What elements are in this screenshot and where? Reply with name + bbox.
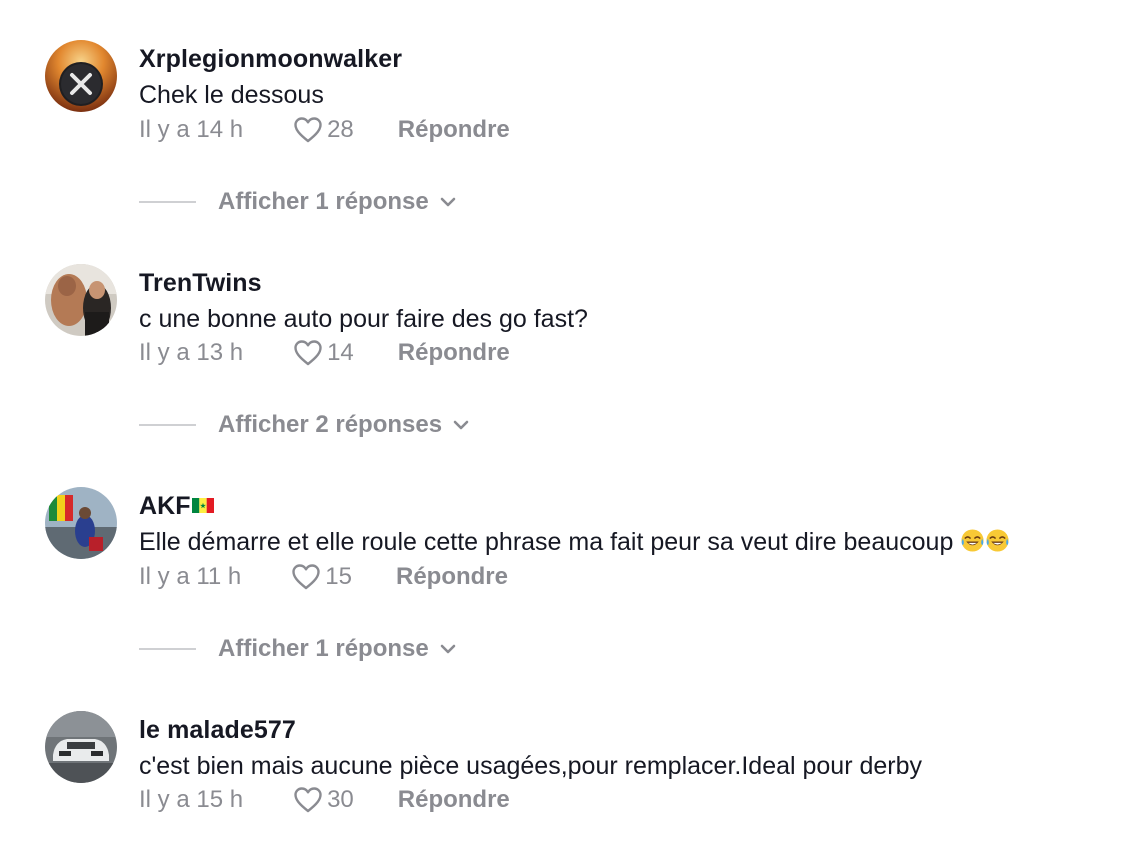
heart-icon <box>294 340 322 366</box>
divider-line <box>139 424 196 426</box>
chevron-down-icon <box>452 419 470 431</box>
reply-button[interactable]: Répondre <box>398 116 510 144</box>
view-replies-label: Afficher 2 réponses <box>218 411 443 438</box>
view-replies-button[interactable]: Afficher 2 réponses <box>139 409 470 441</box>
tears-of-joy-icon <box>961 529 984 552</box>
view-replies-label: Afficher 1 réponse <box>218 188 429 215</box>
comment-meta: Il y a 13 h 14 Répondre <box>139 337 510 369</box>
heart-icon <box>292 564 320 590</box>
comment-meta: Il y a 14 h 28 Répondre <box>139 114 510 146</box>
senegal-flag-icon <box>191 498 214 513</box>
avatar[interactable] <box>45 264 117 336</box>
timestamp: Il y a 14 h <box>139 116 244 143</box>
chevron-down-icon <box>439 196 457 208</box>
username[interactable]: le malade577 <box>139 716 296 745</box>
chevron-down-icon <box>439 643 457 655</box>
username[interactable]: TrenTwins <box>139 269 262 298</box>
reply-button[interactable]: Répondre <box>398 786 510 814</box>
view-replies-button[interactable]: Afficher 1 réponse <box>139 186 457 218</box>
view-replies-button[interactable]: Afficher 1 réponse <box>139 633 457 665</box>
username[interactable]: Xrplegionmoonwalker <box>139 45 402 74</box>
like-button[interactable]: 28 <box>293 116 354 144</box>
timestamp: Il y a 15 h <box>139 786 244 813</box>
like-count: 15 <box>325 563 352 590</box>
username[interactable]: AKF <box>139 492 214 521</box>
comment-text: c'est bien mais aucune pièce usagées,pou… <box>139 752 923 780</box>
tears-of-joy-icon <box>986 529 1009 552</box>
like-count: 30 <box>327 786 354 813</box>
divider-line <box>139 648 196 650</box>
reply-button[interactable]: Répondre <box>398 339 510 367</box>
comment-text: Elle démarre et elle roule cette phrase … <box>139 528 954 556</box>
like-count: 28 <box>327 116 354 143</box>
timestamp: Il y a 13 h <box>139 339 244 366</box>
timestamp: Il y a 11 h <box>139 563 242 590</box>
avatar[interactable] <box>45 711 117 783</box>
like-count: 14 <box>327 339 354 366</box>
comment-meta: Il y a 11 h 15 Répondre <box>139 561 508 593</box>
username-label: AKF <box>139 492 191 520</box>
comment-text: c une bonne auto pour faire des go fast? <box>139 305 588 333</box>
comment-text: Chek le dessous <box>139 81 324 109</box>
avatar[interactable] <box>45 487 117 559</box>
comment-text-row: Elle démarre et elle roule cette phrase … <box>139 528 1010 557</box>
divider-line <box>139 201 196 203</box>
view-replies-label: Afficher 1 réponse <box>218 635 429 662</box>
reply-button[interactable]: Répondre <box>396 563 508 591</box>
like-button[interactable]: 30 <box>293 786 354 814</box>
like-button[interactable]: 14 <box>293 339 354 367</box>
avatar[interactable] <box>45 40 117 112</box>
heart-icon <box>294 787 322 813</box>
heart-icon <box>294 117 322 143</box>
like-button[interactable]: 15 <box>291 563 352 591</box>
comment-meta: Il y a 15 h 30 Répondre <box>139 784 510 816</box>
